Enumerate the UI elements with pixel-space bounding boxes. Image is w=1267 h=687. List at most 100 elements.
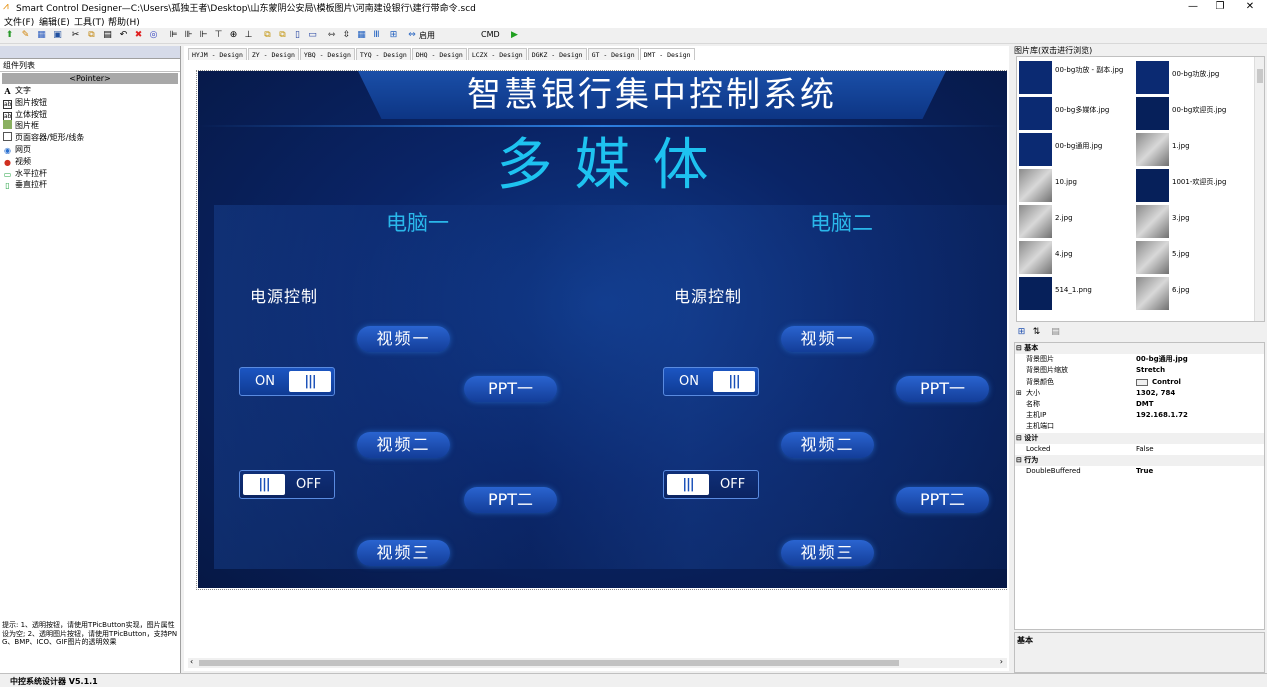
categorized-icon[interactable]: ⊞: [1016, 327, 1027, 338]
image-item[interactable]: 2.jpg: [1019, 204, 1137, 238]
pc1-video2-button[interactable]: 视频二: [357, 432, 450, 458]
component-webpage[interactable]: ◉ 网页: [0, 144, 180, 156]
pc1-video1-button[interactable]: 视频一: [357, 326, 450, 352]
new-icon[interactable]: ⬆: [4, 30, 15, 41]
image-item[interactable]: 1.jpg: [1136, 132, 1254, 166]
image-item[interactable]: 00-bg功放 - 副本.jpg: [1019, 60, 1137, 94]
property-row[interactable]: 名称 DMT: [1015, 399, 1264, 410]
property-category[interactable]: ⊟ 基本: [1015, 343, 1264, 355]
tree-icon[interactable]: ⊞: [388, 30, 399, 41]
menu-help[interactable]: 帮助(H): [108, 15, 140, 28]
pc2-power-off-toggle[interactable]: ||| OFF: [663, 470, 759, 499]
minimize-button[interactable]: —: [1180, 0, 1206, 14]
property-row[interactable]: ⊞ 大小 1302, 784: [1015, 388, 1264, 399]
property-row[interactable]: 主机端口: [1015, 421, 1264, 432]
pc2-ppt2-button[interactable]: PPT二: [896, 487, 989, 513]
component-3d-button[interactable]: ab 立体按钮: [0, 109, 180, 121]
columns-icon[interactable]: Ⅲ: [371, 30, 382, 41]
bring-front-icon[interactable]: ⧉: [262, 30, 273, 41]
property-row[interactable]: DoubleBuffered True: [1015, 466, 1264, 477]
grid-icon[interactable]: ▦: [356, 30, 367, 41]
image-item[interactable]: 00-bg功放.jpg: [1136, 60, 1254, 94]
component-picture-box[interactable]: 图片框: [0, 120, 180, 132]
tab-hyjm[interactable]: HYJM - Design: [188, 48, 247, 60]
vspace-icon[interactable]: ⇳: [341, 30, 352, 41]
menu-file[interactable]: 文件(F): [4, 15, 34, 28]
scroll-thumb[interactable]: [1257, 69, 1263, 83]
component-text[interactable]: A 文字: [0, 85, 180, 97]
align-top-icon[interactable]: ⊤: [213, 30, 224, 41]
property-row[interactable]: Locked False: [1015, 444, 1264, 455]
pointer-tool[interactable]: <Pointer>: [2, 73, 178, 84]
property-row[interactable]: 背景图片 00-bg通用.jpg: [1015, 354, 1264, 365]
delete-icon[interactable]: ✖: [133, 30, 144, 41]
tab-lczx[interactable]: LCZX - Design: [467, 48, 527, 60]
open-icon[interactable]: ✎: [20, 30, 31, 41]
pc1-video3-button[interactable]: 视频三: [357, 540, 450, 566]
component-container[interactable]: 页面容器/矩形/线条: [0, 132, 180, 144]
property-pages-icon[interactable]: ▤: [1050, 327, 1061, 338]
pc2-video3-button[interactable]: 视频三: [781, 540, 874, 566]
save-icon[interactable]: ▣: [52, 30, 63, 41]
tab-tyq[interactable]: TYQ - Design: [355, 48, 411, 60]
image-item[interactable]: 514_1.png: [1019, 276, 1137, 310]
scroll-right-icon[interactable]: ›: [1000, 657, 1003, 666]
align-bottom-icon[interactable]: ⊥: [243, 30, 254, 41]
image-item[interactable]: 4.jpg: [1019, 240, 1137, 274]
copy-icon[interactable]: ⧉: [86, 30, 97, 41]
same-height-icon[interactable]: ▭: [307, 30, 318, 41]
property-row[interactable]: 主机IP 192.168.1.72: [1015, 410, 1264, 421]
cut-icon[interactable]: ✂: [70, 30, 81, 41]
tab-gt[interactable]: GT - Design: [587, 48, 639, 60]
image-item[interactable]: 3.jpg: [1136, 204, 1254, 238]
restore-button[interactable]: ❐: [1207, 0, 1233, 14]
send-back-icon[interactable]: ⧉: [277, 30, 288, 41]
align-middle-icon[interactable]: ⊕: [228, 30, 239, 41]
paste-icon[interactable]: ▤: [102, 30, 113, 41]
palette-icon[interactable]: ▦: [36, 30, 47, 41]
tab-dmt[interactable]: DMT - Design: [639, 48, 695, 60]
image-item[interactable]: 10.jpg: [1019, 168, 1137, 202]
align-right-icon[interactable]: ⊩: [198, 30, 209, 41]
pc2-ppt1-button[interactable]: PPT一: [896, 376, 989, 402]
image-item[interactable]: 5.jpg: [1136, 240, 1254, 274]
align-left-icon[interactable]: ⊫: [168, 30, 179, 41]
component-hslider[interactable]: ▭ 水平拉杆: [0, 168, 180, 180]
pc1-power-off-toggle[interactable]: ||| OFF: [239, 470, 335, 499]
about-icon[interactable]: ◎: [148, 30, 159, 41]
tab-ybq[interactable]: YBQ - Design: [299, 48, 355, 60]
pc1-ppt2-button[interactable]: PPT二: [464, 487, 557, 513]
pc1-ppt1-button[interactable]: PPT一: [464, 376, 557, 402]
property-category[interactable]: ⊟ 设计: [1015, 432, 1264, 444]
image-item[interactable]: 00-bg通用.jpg: [1019, 132, 1137, 166]
editor-horizontal-scrollbar[interactable]: ‹ ›: [188, 657, 1007, 668]
pc2-video2-button[interactable]: 视频二: [781, 432, 874, 458]
image-item[interactable]: 00-bg欢迎页.jpg: [1136, 96, 1254, 130]
menu-tools[interactable]: 工具(T): [74, 15, 105, 28]
align-center-icon[interactable]: ⊪: [183, 30, 194, 41]
image-library-scrollbar[interactable]: [1254, 57, 1264, 321]
expand-icon[interactable]: ⊞: [1016, 388, 1022, 399]
undo-icon[interactable]: ↶: [118, 30, 129, 41]
pc2-power-on-toggle[interactable]: ON |||: [663, 367, 759, 396]
image-item[interactable]: 6.jpg: [1136, 276, 1254, 310]
menu-edit[interactable]: 编辑(E): [39, 15, 70, 28]
component-pic-button[interactable]: ab 图片按钮: [0, 97, 180, 109]
close-button[interactable]: ✕: [1237, 0, 1263, 14]
hspace-icon[interactable]: ⇿: [326, 30, 337, 41]
component-video[interactable]: ● 视频: [0, 156, 180, 168]
sort-alpha-icon[interactable]: ⇅: [1031, 327, 1042, 338]
property-row[interactable]: 背景图片缩放 Stretch: [1015, 365, 1264, 376]
design-canvas[interactable]: 智慧银行集中控制系统 多媒体 电脑一 电源控制 视频一 ON ||| PPT一 …: [198, 71, 1007, 588]
same-width-icon[interactable]: ▯: [292, 30, 303, 41]
image-item[interactable]: 1001-欢迎页.jpg: [1136, 168, 1254, 202]
component-vslider[interactable]: ▯ 垂直拉杆: [0, 179, 180, 191]
tab-dgkz[interactable]: DGKZ - Design: [527, 48, 587, 60]
run-icon[interactable]: ▶: [509, 30, 520, 41]
pc1-power-on-toggle[interactable]: ON |||: [239, 367, 335, 396]
tab-zy[interactable]: ZY - Design: [247, 48, 299, 60]
apply-label[interactable]: 启用: [419, 30, 435, 41]
property-row[interactable]: 背景颜色 Control: [1015, 377, 1264, 388]
tab-dhq[interactable]: DHQ - Design: [411, 48, 467, 60]
property-category[interactable]: ⊟ 行为: [1015, 454, 1264, 467]
